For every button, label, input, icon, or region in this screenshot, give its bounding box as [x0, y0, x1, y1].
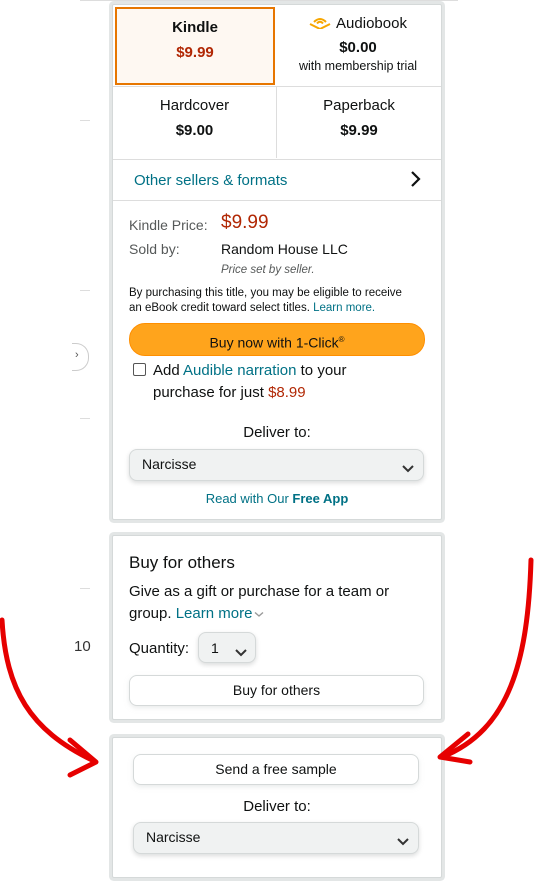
carousel-next-button[interactable]: ›: [72, 343, 89, 371]
format-subtext: with membership trial: [298, 59, 418, 74]
format-name: Audiobook: [336, 15, 407, 32]
credit-line-2: an eBook credit toward select titles.: [129, 302, 310, 314]
quantity-select[interactable]: 1: [198, 632, 256, 663]
buy-for-others-heading: Buy for others: [129, 553, 235, 572]
registered-mark: ®: [338, 335, 345, 344]
format-price: $9.99: [340, 122, 378, 139]
format-name: Hardcover: [159, 97, 230, 114]
device-name: Narcisse: [146, 829, 201, 845]
sold-by-label: Sold by:: [129, 241, 180, 257]
background-divider: [80, 418, 90, 419]
quantity-value: 1: [211, 640, 219, 656]
other-sellers-label: Other sellers & formats: [134, 172, 288, 189]
other-sellers-link[interactable]: Other sellers & formats: [113, 159, 441, 201]
format-price: $9.00: [175, 122, 214, 139]
add-label: Add: [153, 362, 180, 379]
buy-box: Kindle $9.99 Audiobook $0.00 with member…: [112, 4, 442, 520]
background-divider: [80, 588, 90, 589]
deliver-to-select[interactable]: Narcisse: [133, 822, 419, 854]
deliver-to-label: Deliver to:: [243, 798, 311, 815]
chevron-right-icon: ›: [75, 349, 79, 361]
background-divider: [80, 120, 90, 121]
read-with-label: Read with Our: [205, 491, 289, 506]
format-name: Paperback: [323, 97, 395, 114]
format-name: Kindle: [172, 19, 218, 36]
audible-narration-link[interactable]: Audible narration: [183, 362, 296, 379]
description-line-2: group.: [129, 605, 172, 622]
read-free-app-link[interactable]: Read with Our Free App: [113, 491, 441, 506]
format-price: $9.99: [176, 44, 214, 61]
kindle-price-label: Kindle Price:: [129, 217, 208, 233]
format-price: $0.00: [339, 39, 377, 57]
buy-for-others-button[interactable]: Buy for others: [129, 675, 424, 706]
right-arrow-head-icon: [437, 731, 473, 765]
deliver-to-select[interactable]: Narcisse: [129, 449, 424, 481]
sold-by-value: Random House LLC: [221, 241, 348, 257]
device-name: Narcisse: [142, 456, 197, 472]
audible-narration-checkbox[interactable]: [133, 363, 146, 376]
free-app-label: Free App: [292, 491, 349, 506]
quantity-label: Quantity:: [129, 640, 190, 657]
credit-line-1: By purchasing this title, you may be eli…: [129, 287, 402, 299]
ebook-credit-text: By purchasing this title, you may be eli…: [129, 286, 429, 316]
buy-now-button[interactable]: Buy now with 1-Click®: [129, 323, 425, 356]
buy-now-label: Buy now with 1-Click: [209, 334, 339, 351]
to-your-label: to your: [300, 362, 347, 379]
deliver-to-label: Deliver to:: [243, 424, 311, 441]
left-arrow-head-icon: [67, 737, 99, 778]
narration-price: $8.99: [268, 384, 306, 401]
format-paperback[interactable]: Paperback $9.99: [277, 86, 441, 158]
learn-more-link[interactable]: Learn more.: [313, 302, 375, 314]
learn-more-label: Learn more: [175, 605, 253, 622]
buy-for-others-description: Give as a gift or purchase for a team or…: [129, 581, 419, 625]
learn-more-link[interactable]: Learn more: [176, 605, 265, 622]
chevron-down-icon: [402, 460, 414, 476]
format-hardcover[interactable]: Hardcover $9.00: [113, 86, 277, 158]
right-annotation-arrow: [439, 557, 534, 760]
background-text: 10: [74, 638, 91, 655]
chevron-down-icon: [397, 833, 409, 849]
buy-for-others-box: Buy for others Give as a gift or purchas…: [112, 535, 442, 720]
format-name-row: Audiobook: [277, 15, 439, 33]
description-line-1: Give as a gift or purchase for a team or: [129, 583, 390, 600]
send-free-sample-button[interactable]: Send a free sample: [133, 754, 419, 785]
chevron-down-icon: [235, 644, 247, 660]
audible-narration-offer: Add Audible narration to your purchase f…: [153, 360, 413, 404]
top-divider: [80, 0, 458, 1]
free-sample-box: Send a free sample Deliver to: Narcisse: [112, 737, 442, 878]
audible-icon: [309, 15, 331, 33]
background-divider: [80, 290, 90, 291]
chevron-right-icon: [409, 170, 421, 193]
chevron-down-icon: [254, 603, 264, 625]
format-kindle[interactable]: Kindle $9.99: [115, 7, 275, 85]
price-set-note: Price set by seller.: [221, 264, 315, 276]
purchase-for-label: purchase for just: [153, 384, 264, 401]
kindle-price: $9.99: [221, 212, 269, 233]
format-audiobook[interactable]: Audiobook $0.00 with membership trial: [277, 7, 439, 85]
